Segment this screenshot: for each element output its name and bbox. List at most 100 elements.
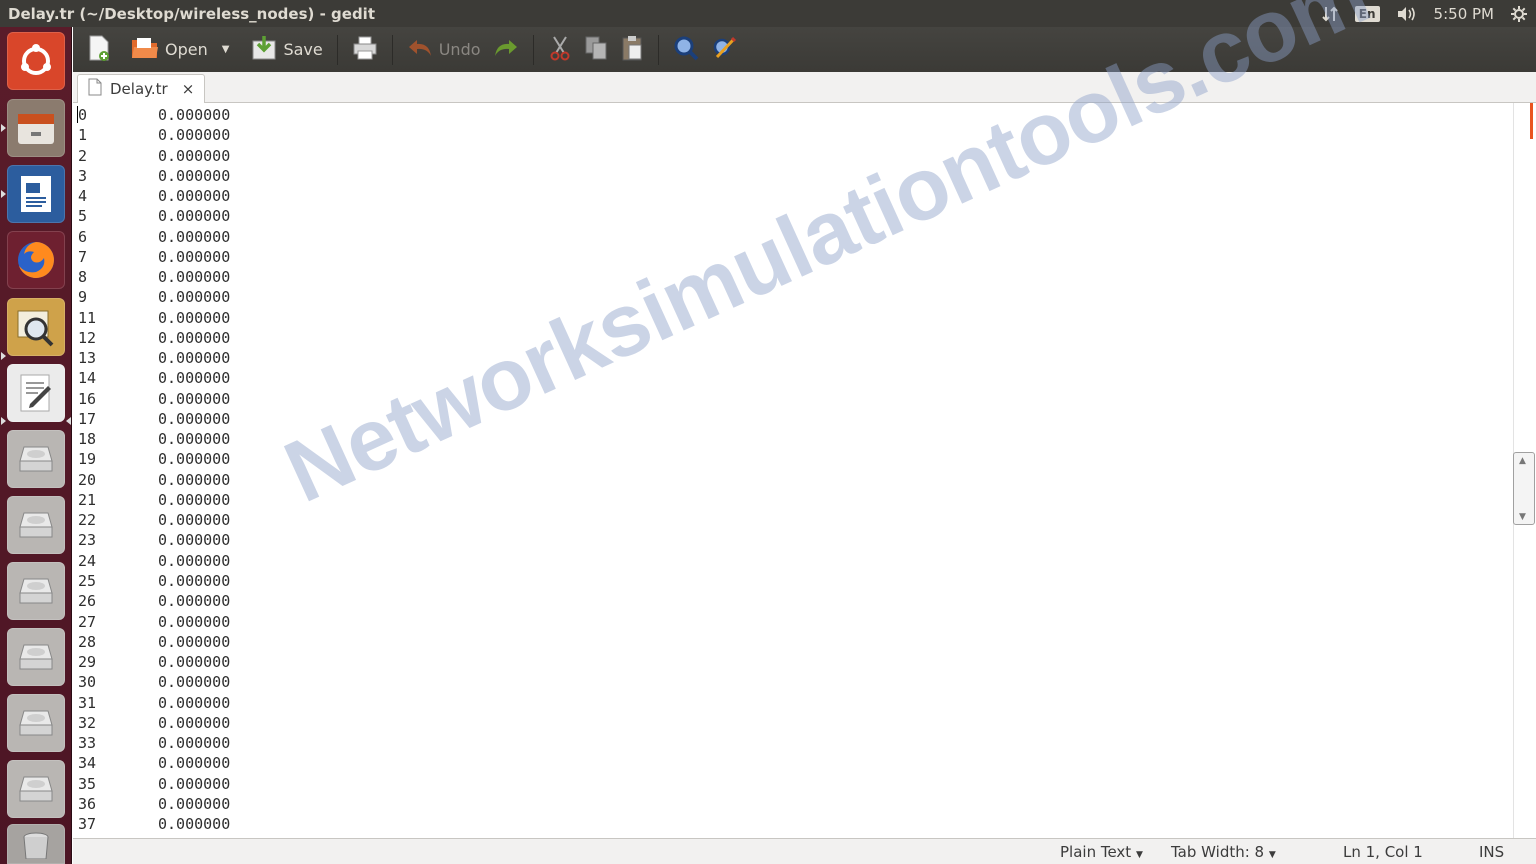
print-button[interactable] xyxy=(346,32,384,68)
chevron-down-icon: ▼ xyxy=(221,44,230,55)
node-id: 4 xyxy=(78,187,88,206)
tab-delay-tr[interactable]: Delay.tr × xyxy=(77,74,206,103)
network-icon[interactable] xyxy=(1321,5,1339,23)
delay-value: 0.000000 xyxy=(158,592,231,611)
text-line: 37 0.000000 xyxy=(78,814,230,834)
node-id: 18 xyxy=(78,430,97,449)
folder-icon xyxy=(131,36,159,64)
cut-button[interactable] xyxy=(542,32,578,68)
tab-width-label: Tab Width: 8 xyxy=(1171,843,1265,861)
delay-value: 0.000000 xyxy=(158,470,231,489)
node-id: 31 xyxy=(78,693,97,712)
text-view[interactable]: 0 0.000000 1 0.000000 2 0.000000 3 0.000000 4 0.0… xyxy=(73,103,1513,838)
find-button[interactable] xyxy=(667,32,705,68)
volume-icon[interactable] xyxy=(1396,5,1418,23)
text-line: 16 0.000000 xyxy=(78,389,230,409)
delay-value: 0.000000 xyxy=(158,774,231,793)
node-id: 24 xyxy=(78,551,97,570)
delay-value: 0.000000 xyxy=(158,693,231,712)
drive-icon[interactable] xyxy=(7,628,65,686)
drive-icon[interactable] xyxy=(7,430,65,488)
delay-value: 0.000000 xyxy=(158,369,231,388)
delay-value: 0.000000 xyxy=(158,389,231,408)
writer-icon[interactable] xyxy=(7,165,65,223)
text-line: 12 0.000000 xyxy=(78,328,230,348)
node-id: 0 xyxy=(78,106,88,124)
node-id: 37 xyxy=(78,815,97,834)
node-id: 17 xyxy=(78,409,97,428)
document-icon xyxy=(88,78,102,100)
language-selector[interactable]: Plain Text ▼ xyxy=(1060,843,1143,861)
delay-value: 0.000000 xyxy=(158,409,231,428)
new-document-button[interactable] xyxy=(81,32,117,68)
scroll-up-arrow[interactable]: ▲ xyxy=(1519,456,1526,466)
open-button[interactable]: Open xyxy=(125,32,214,68)
firefox-icon[interactable] xyxy=(7,231,65,289)
drive-icon[interactable] xyxy=(7,562,65,620)
text-line: 36 0.000000 xyxy=(78,794,230,814)
tab-label: Delay.tr xyxy=(110,80,168,98)
find-replace-icon xyxy=(711,35,737,65)
node-id: 34 xyxy=(78,754,97,773)
text-line: 34 0.000000 xyxy=(78,753,230,773)
status-bar: Plain Text ▼ Tab Width: 8 ▼ Ln 1, Col 1 … xyxy=(73,838,1536,864)
clipboard-icon xyxy=(620,35,644,65)
delay-value: 0.000000 xyxy=(158,450,231,469)
find-replace-button[interactable] xyxy=(705,32,743,68)
paste-button[interactable] xyxy=(614,32,650,68)
save-button[interactable]: Save xyxy=(245,32,328,68)
trash-icon[interactable] xyxy=(7,824,65,864)
cursor-position: Ln 1, Col 1 xyxy=(1343,843,1423,861)
undo-icon xyxy=(407,38,433,62)
node-id: 32 xyxy=(78,713,97,732)
node-id: 21 xyxy=(78,490,97,509)
node-id: 22 xyxy=(78,511,97,530)
image-viewer-icon[interactable] xyxy=(7,298,65,356)
delay-value: 0.000000 xyxy=(158,247,231,266)
clock[interactable]: 5:50 PM xyxy=(1434,5,1494,23)
text-line: 3 0.000000 xyxy=(78,166,230,186)
tab-width-selector[interactable]: Tab Width: 8 ▼ xyxy=(1171,843,1276,861)
text-line: 9 0.000000 xyxy=(78,287,230,307)
scroll-down-arrow[interactable]: ▼ xyxy=(1519,512,1526,522)
node-id: 5 xyxy=(78,207,88,226)
drive-icon[interactable] xyxy=(7,694,65,752)
drive-icon[interactable] xyxy=(7,760,65,818)
delay-value: 0.000000 xyxy=(158,713,231,732)
toolbar-separator xyxy=(532,34,534,65)
gear-icon[interactable] xyxy=(1510,5,1528,23)
delay-value: 0.000000 xyxy=(158,571,231,590)
open-label: Open xyxy=(165,40,208,59)
undo-button[interactable]: Undo xyxy=(401,32,487,68)
delay-value: 0.000000 xyxy=(158,612,231,631)
save-icon xyxy=(251,35,277,65)
node-id: 11 xyxy=(78,308,97,327)
text-line: 27 0.000000 xyxy=(78,612,230,632)
keyboard-layout-indicator[interactable]: En xyxy=(1354,5,1380,22)
node-id: 27 xyxy=(78,612,97,631)
node-id: 12 xyxy=(78,328,97,347)
text-editor-icon[interactable] xyxy=(7,364,65,422)
text-line: 23 0.000000 xyxy=(78,530,230,550)
copy-button[interactable] xyxy=(578,32,614,68)
delay-value: 0.000000 xyxy=(158,349,231,368)
text-line: 30 0.000000 xyxy=(78,672,230,692)
search-icon xyxy=(673,35,699,65)
delay-value: 0.000000 xyxy=(158,734,231,753)
node-id: 29 xyxy=(78,653,97,672)
delay-value: 0.000000 xyxy=(158,531,231,550)
recent-files-dropdown[interactable]: ▼ xyxy=(214,32,238,68)
node-id: 1 xyxy=(78,126,88,145)
scroll-position-indicator xyxy=(1530,103,1533,139)
node-id: 28 xyxy=(78,632,97,651)
close-icon[interactable]: × xyxy=(182,80,195,98)
text-line: 11 0.000000 xyxy=(78,308,230,328)
drive-icon[interactable] xyxy=(7,496,65,554)
ubuntu-dash-icon[interactable] xyxy=(7,32,65,90)
redo-button[interactable] xyxy=(487,32,525,68)
toolbar-separator xyxy=(391,34,393,65)
text-line: 28 0.000000 xyxy=(78,632,230,652)
delay-value: 0.000000 xyxy=(158,490,231,509)
files-icon[interactable] xyxy=(7,99,65,157)
delay-value: 0.000000 xyxy=(158,187,231,206)
